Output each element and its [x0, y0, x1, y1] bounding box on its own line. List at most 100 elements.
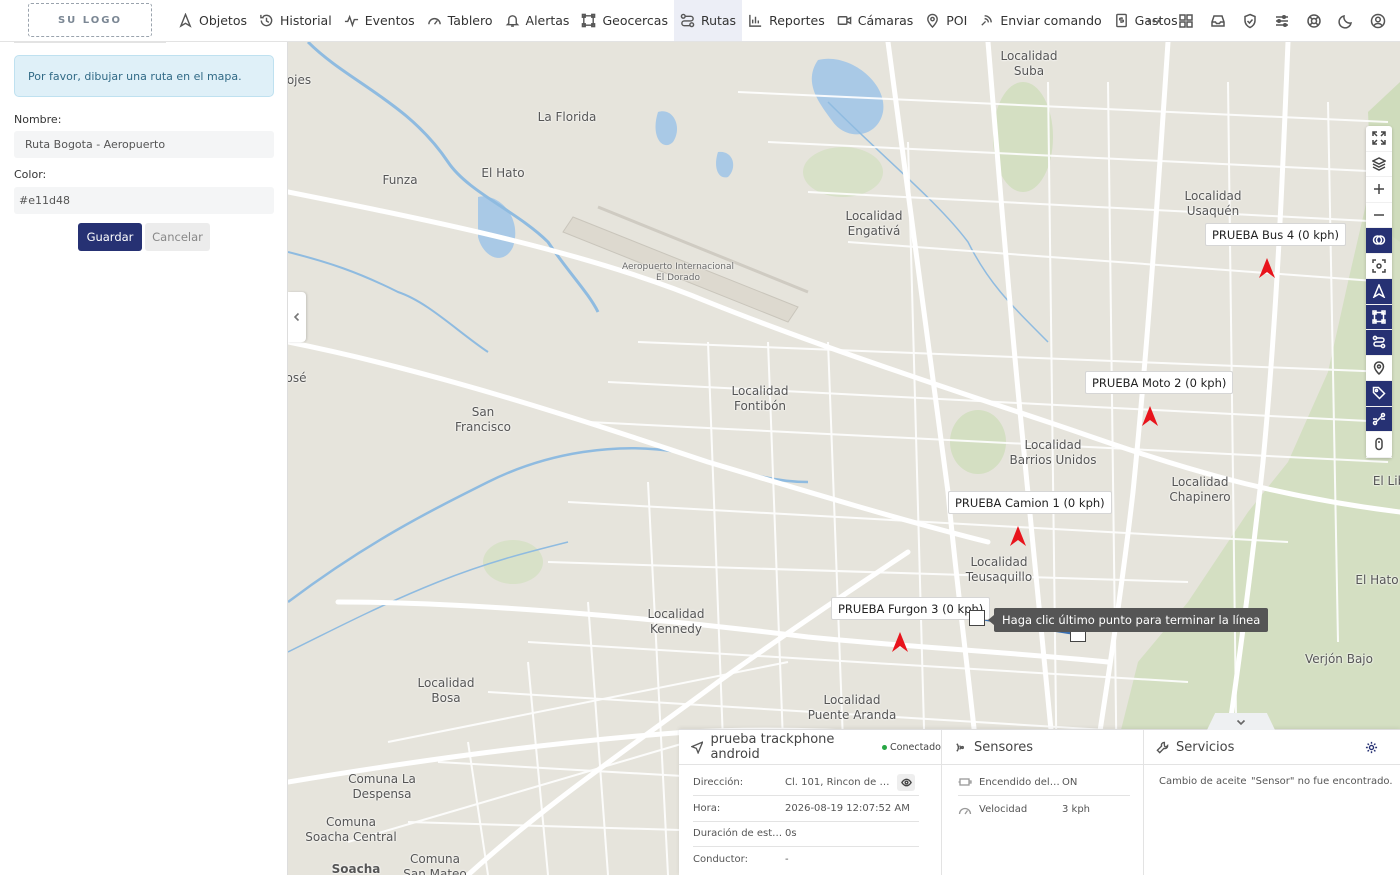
save-button[interactable]: Guardar: [78, 223, 142, 251]
focus-button[interactable]: [1366, 254, 1392, 279]
support-icon: [1307, 13, 1321, 28]
place-label: Localidad Fontibón: [731, 384, 789, 413]
path-toggle[interactable]: [1366, 406, 1392, 432]
dark-mode-button[interactable]: [1330, 0, 1362, 41]
nav-label: Objetos: [199, 13, 247, 28]
company-logo[interactable]: SU LOGO: [28, 3, 152, 37]
nav-rutas[interactable]: Rutas: [673, 0, 743, 41]
vehicle-label[interactable]: PRUEBA Camion 1 (0 kph): [948, 491, 1112, 514]
routes-layer-toggle[interactable]: [1366, 330, 1392, 356]
nav-label: Alertas: [525, 13, 570, 28]
vehicle-marker-icon[interactable]: [1257, 257, 1277, 279]
more-button[interactable]: [1138, 0, 1170, 41]
tags-toggle[interactable]: [1366, 381, 1392, 407]
shield-icon: [1244, 13, 1256, 28]
poi-layer-toggle[interactable]: [1366, 356, 1392, 381]
header-actions: [1138, 0, 1394, 41]
vehicle-label[interactable]: PRUEBA Moto 2 (0 kph): [1085, 371, 1234, 394]
navigation-arrow-icon: [179, 13, 192, 28]
info-row: Duración de esta... 0s: [693, 821, 919, 847]
fullscreen-button[interactable]: [1366, 126, 1392, 152]
route-color-input[interactable]: [14, 187, 274, 214]
nav-alertas[interactable]: Alertas: [499, 0, 576, 41]
nav-label: Cámaras: [857, 13, 914, 28]
gauge-icon: [427, 18, 441, 25]
cancel-button[interactable]: Cancelar: [145, 223, 210, 251]
collapse-info-button[interactable]: [1207, 713, 1275, 730]
nav-historial[interactable]: Historial: [253, 0, 338, 41]
nav-label: Tablero: [447, 13, 493, 28]
nav-camaras[interactable]: Cámaras: [831, 0, 920, 41]
place-label: La Florida: [537, 110, 597, 124]
nav-objetos[interactable]: Objetos: [172, 0, 253, 41]
vehicle-marker-icon[interactable]: [1140, 405, 1160, 427]
collapse-panel-button[interactable]: [288, 292, 306, 342]
path-icon: [1372, 412, 1386, 425]
nav-poi[interactable]: POI: [919, 0, 973, 41]
view-address-button[interactable]: [897, 774, 915, 791]
chevron-left-icon: [293, 312, 300, 322]
nav-label: Enviar comando: [1000, 13, 1102, 28]
vehicle-marker-icon[interactable]: [890, 631, 910, 653]
place-label: Localidad Kennedy: [647, 607, 705, 636]
security-button[interactable]: [1234, 0, 1266, 41]
nav-eventos[interactable]: Eventos: [338, 0, 421, 41]
chevron-down-icon: [1236, 719, 1246, 725]
objects-layer-icon: [1372, 284, 1386, 299]
routes-layer-icon: [1372, 335, 1386, 349]
services-column: Servicios Cambio de aceite "Sensor" no f…: [1144, 730, 1400, 875]
overlap-icon: [1372, 235, 1386, 245]
geofence-layer-toggle[interactable]: [1366, 304, 1392, 330]
nav-tablero[interactable]: Tablero: [421, 0, 499, 41]
inbox-button[interactable]: [1202, 0, 1234, 41]
divider: [14, 42, 166, 43]
mouse-button[interactable]: [1366, 432, 1392, 458]
tag-icon: [1372, 387, 1386, 400]
command-icon: [981, 15, 993, 26]
info-value: Cl. 101, Rincon de La P...: [785, 777, 890, 788]
vehicle-marker-icon[interactable]: [1008, 525, 1028, 547]
route-vertex-handle[interactable]: [969, 610, 985, 626]
camera-icon: [837, 16, 852, 25]
device-title: prueba trackphone android: [710, 732, 835, 762]
layers-button[interactable]: [1366, 152, 1392, 177]
place-label: Soacha: [331, 862, 381, 875]
nav-enviar-comando[interactable]: Enviar comando: [973, 0, 1107, 41]
vehicle-label[interactable]: PRUEBA Furgon 3 (0 kph): [831, 597, 991, 620]
sensor-value: ON: [1062, 776, 1078, 788]
wrench-icon: [1156, 741, 1169, 754]
vehicle-label[interactable]: PRUEBA Bus 4 (0 kph): [1205, 223, 1347, 246]
route-name-input[interactable]: [14, 131, 274, 158]
info-key: Conductor:: [693, 853, 748, 865]
place-label: Localidad Suba: [1000, 49, 1058, 78]
gear-icon[interactable]: [1365, 741, 1378, 754]
place-label: Localidad Puente Aranda: [807, 693, 897, 722]
engine-icon: [958, 778, 972, 786]
place-label: El Lib: [1372, 474, 1400, 488]
sensor-key: Velocidad: [979, 804, 1028, 815]
place-label: Verjón Bajo: [1305, 652, 1373, 666]
map-toolbar: [1366, 126, 1392, 458]
support-button[interactable]: [1298, 0, 1330, 41]
zoom-out-button[interactable]: [1366, 203, 1392, 228]
place-label: Localidad Engativá: [845, 209, 903, 238]
user-menu-button[interactable]: [1362, 0, 1394, 41]
place-label: Comuna La Despensa: [348, 772, 416, 801]
overlap-toggle[interactable]: [1366, 228, 1392, 254]
nav-reportes[interactable]: Reportes: [742, 0, 831, 41]
status-badge: Conectado: [890, 741, 941, 753]
route-form-panel: Por favor, dibujar una ruta en el mapa. …: [0, 42, 288, 875]
sensor-row: Encendido del ... ON: [958, 769, 1130, 796]
place-label: osé: [288, 371, 307, 385]
service-value: "Sensor" no fue encontrado.: [1251, 776, 1393, 787]
device-header: prueba trackphone android Conectado: [679, 730, 941, 765]
top-navigation-bar: SU LOGO Objetos Historial Eventos Tabler…: [0, 0, 1400, 42]
info-row: Hora: 2026-08-19 12:07:52 AM: [693, 796, 919, 822]
objects-layer-toggle[interactable]: [1366, 279, 1392, 305]
settings-button[interactable]: [1266, 0, 1298, 41]
bar-chart-icon: [749, 14, 762, 27]
nav-geocercas[interactable]: Geocercas: [575, 0, 674, 41]
apps-button[interactable]: [1170, 0, 1202, 41]
zoom-in-button[interactable]: [1366, 177, 1392, 203]
services-header: Servicios: [1144, 730, 1400, 765]
